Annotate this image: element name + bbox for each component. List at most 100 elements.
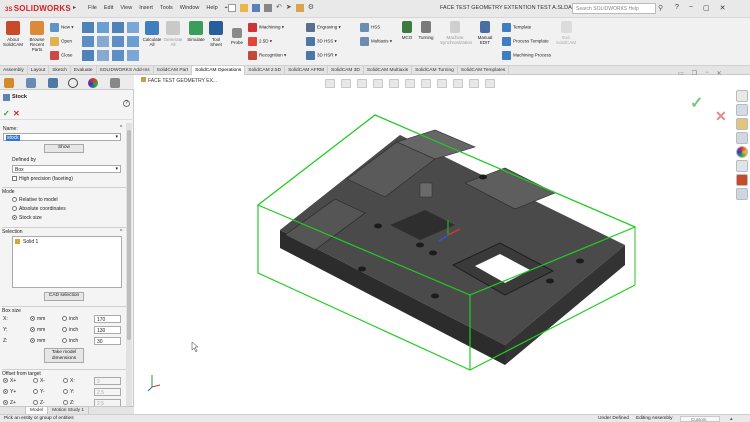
machined-part[interactable] xyxy=(280,129,625,365)
tab-solidcam-afrm[interactable]: SolidCAM AFRM xyxy=(285,66,329,75)
engraving-button[interactable]: Engraving ▾ xyxy=(306,23,341,32)
units-select[interactable]: Custom xyxy=(680,416,720,422)
machine-icon[interactable] xyxy=(112,36,124,47)
rebuild-icon[interactable] xyxy=(295,4,304,12)
show-button[interactable]: Show xyxy=(44,144,84,153)
offset-y-plus-radio[interactable]: Y+ xyxy=(3,389,16,395)
mco-button[interactable]: MCO xyxy=(399,21,415,40)
configuration-manager-icon[interactable] xyxy=(48,78,58,88)
close-button[interactable]: Close xyxy=(50,51,73,60)
offset-x-input[interactable]: 2 xyxy=(94,377,121,385)
manual-edit-button[interactable]: Manual EDIT xyxy=(474,21,496,45)
mode-absolute-radio[interactable]: Absolute coordinates xyxy=(12,206,66,212)
display-manager-icon[interactable] xyxy=(88,78,98,88)
menu-tools[interactable]: Tools xyxy=(160,5,173,12)
minimize-button[interactable]: − xyxy=(689,4,693,12)
list-item[interactable]: Solid 1 xyxy=(15,239,38,245)
custom-properties-icon[interactable] xyxy=(736,160,748,172)
tool-icon[interactable] xyxy=(82,22,94,33)
edit-appearance-icon[interactable] xyxy=(437,79,447,88)
tab-assembly[interactable]: Assembly xyxy=(0,66,28,75)
target-icon[interactable] xyxy=(97,50,109,61)
box-y-mm-radio[interactable]: mm xyxy=(30,327,45,333)
coordinate-icon[interactable] xyxy=(82,36,94,47)
maximize-button[interactable]: ▢ xyxy=(703,4,710,12)
fixture-icon[interactable] xyxy=(127,36,139,47)
about-solidcam-button[interactable]: About SolidCAM xyxy=(2,21,24,47)
tab-solidcam-3d[interactable]: SolidCAM 3D xyxy=(328,66,364,75)
open-folder-icon[interactable] xyxy=(240,4,248,12)
collapse-arrow-icon[interactable]: ^ xyxy=(120,125,122,131)
display-style-icon[interactable] xyxy=(405,79,415,88)
high-precision-checkbox[interactable]: High precision (faceting) xyxy=(12,176,73,182)
close-window-button[interactable]: ✕ xyxy=(720,4,726,12)
mode-relative-radio[interactable]: Relative to model xyxy=(12,197,58,203)
help-icon[interactable]: ? xyxy=(675,4,679,12)
offset-x-minus-radio[interactable]: X- xyxy=(33,378,45,384)
menu-expand-arrow-icon[interactable]: ▸ xyxy=(73,4,76,11)
offset-y-radio[interactable]: Y: xyxy=(63,389,74,395)
property-manager-icon[interactable] xyxy=(26,78,36,88)
tab-solidcam-25d[interactable]: SolidCAM 2.5D xyxy=(245,66,286,75)
menu-view[interactable]: View xyxy=(120,5,132,12)
tab-solidcam-multiaxis[interactable]: SolidCAM Multiaxis xyxy=(364,66,413,75)
model-view[interactable] xyxy=(135,75,735,406)
selection-list[interactable]: Solid 1 xyxy=(12,236,122,288)
menu-help[interactable]: Help xyxy=(206,5,217,12)
template-grid-icon[interactable] xyxy=(97,36,109,47)
graphics-area[interactable]: FACE TEST GEOMETRY EX... ▭ ❐ − ✕ ✓ ✕ xyxy=(135,70,735,406)
box-x-mm-radio[interactable]: mm xyxy=(30,316,45,322)
generate-all-button[interactable]: Generate All xyxy=(163,21,183,47)
offset-x-plus-radio[interactable]: X+ xyxy=(3,378,16,384)
new-doc-icon[interactable] xyxy=(228,4,236,12)
offset-y-minus-radio[interactable]: Y- xyxy=(33,389,45,395)
appearances-icon[interactable] xyxy=(736,146,748,158)
status-options-icon[interactable]: ▴ xyxy=(730,416,733,422)
settings-icon[interactable] xyxy=(127,50,139,61)
offset-x-radio[interactable]: X: xyxy=(63,378,75,384)
search-icon[interactable]: ⚲ xyxy=(658,4,663,12)
box-x-inch-radio[interactable]: inch xyxy=(62,316,78,322)
cam-manager-icon[interactable] xyxy=(110,78,120,88)
cube-icon[interactable] xyxy=(127,22,139,33)
tab-layout[interactable]: Layout xyxy=(28,66,50,75)
box-z-inch-radio[interactable]: inch xyxy=(62,338,78,344)
menu-edit[interactable]: Edit xyxy=(104,5,113,12)
hsr-3d-button[interactable]: 3D HSR ▾ xyxy=(306,51,337,60)
design-library-icon[interactable] xyxy=(736,104,748,116)
tool-sheet-button[interactable]: Tool Sheet xyxy=(208,21,224,47)
solidcam-task-icon[interactable] xyxy=(736,174,748,186)
defined-by-select[interactable]: Box ▾ xyxy=(12,165,121,173)
dimxpert-icon[interactable] xyxy=(68,78,78,88)
hide-show-items-icon[interactable] xyxy=(421,79,431,88)
calculate-all-button[interactable]: Calculate All xyxy=(142,21,162,47)
machine-synchronization-button[interactable]: Machine Synchronization xyxy=(440,21,472,45)
tab-solidworks-addins[interactable]: SOLIDWORKS Add-Ins xyxy=(97,66,154,75)
browse-recent-parts-button[interactable]: Browse Recent Parts xyxy=(26,21,48,52)
save-icon[interactable] xyxy=(252,4,260,12)
simulate-button[interactable]: Simulate xyxy=(185,21,207,42)
hss-button[interactable]: HSS xyxy=(360,23,380,32)
home-icon[interactable] xyxy=(736,90,748,102)
open-button[interactable]: Open xyxy=(50,37,72,46)
tab-solidcam-templates[interactable]: SolidCAM Templates xyxy=(458,66,510,75)
apply-scene-icon[interactable] xyxy=(453,79,463,88)
help-search-input[interactable]: Search SOLIDWORKS Help xyxy=(572,3,656,14)
recognition-button[interactable]: Recognition ▾ xyxy=(248,51,286,60)
tab-model[interactable]: Model xyxy=(26,407,49,414)
solidworks-logo[interactable]: 3SSOLIDWORKS xyxy=(5,4,71,13)
menu-insert[interactable]: Insert xyxy=(139,5,153,12)
previous-view-icon[interactable] xyxy=(357,79,367,88)
mode-stock-size-radio[interactable]: Stock size xyxy=(12,215,42,221)
tab-solidcam-part[interactable]: SolidCAM Part xyxy=(154,66,193,75)
cam-part-icon[interactable] xyxy=(112,50,124,61)
zoom-to-fit-icon[interactable] xyxy=(325,79,335,88)
turning-button[interactable]: Turning xyxy=(417,21,435,40)
box-x-input[interactable]: 170 xyxy=(94,315,121,323)
help-question-icon[interactable]: ? xyxy=(123,100,130,107)
offset-y-input[interactable]: 2.5 xyxy=(94,388,121,396)
probe-button[interactable]: Probe xyxy=(229,28,245,45)
machining-process-button[interactable]: Machining Process xyxy=(502,51,551,60)
stock-icon[interactable] xyxy=(82,50,94,61)
hss-3d-button[interactable]: 3D HSS ▾ xyxy=(306,37,337,46)
